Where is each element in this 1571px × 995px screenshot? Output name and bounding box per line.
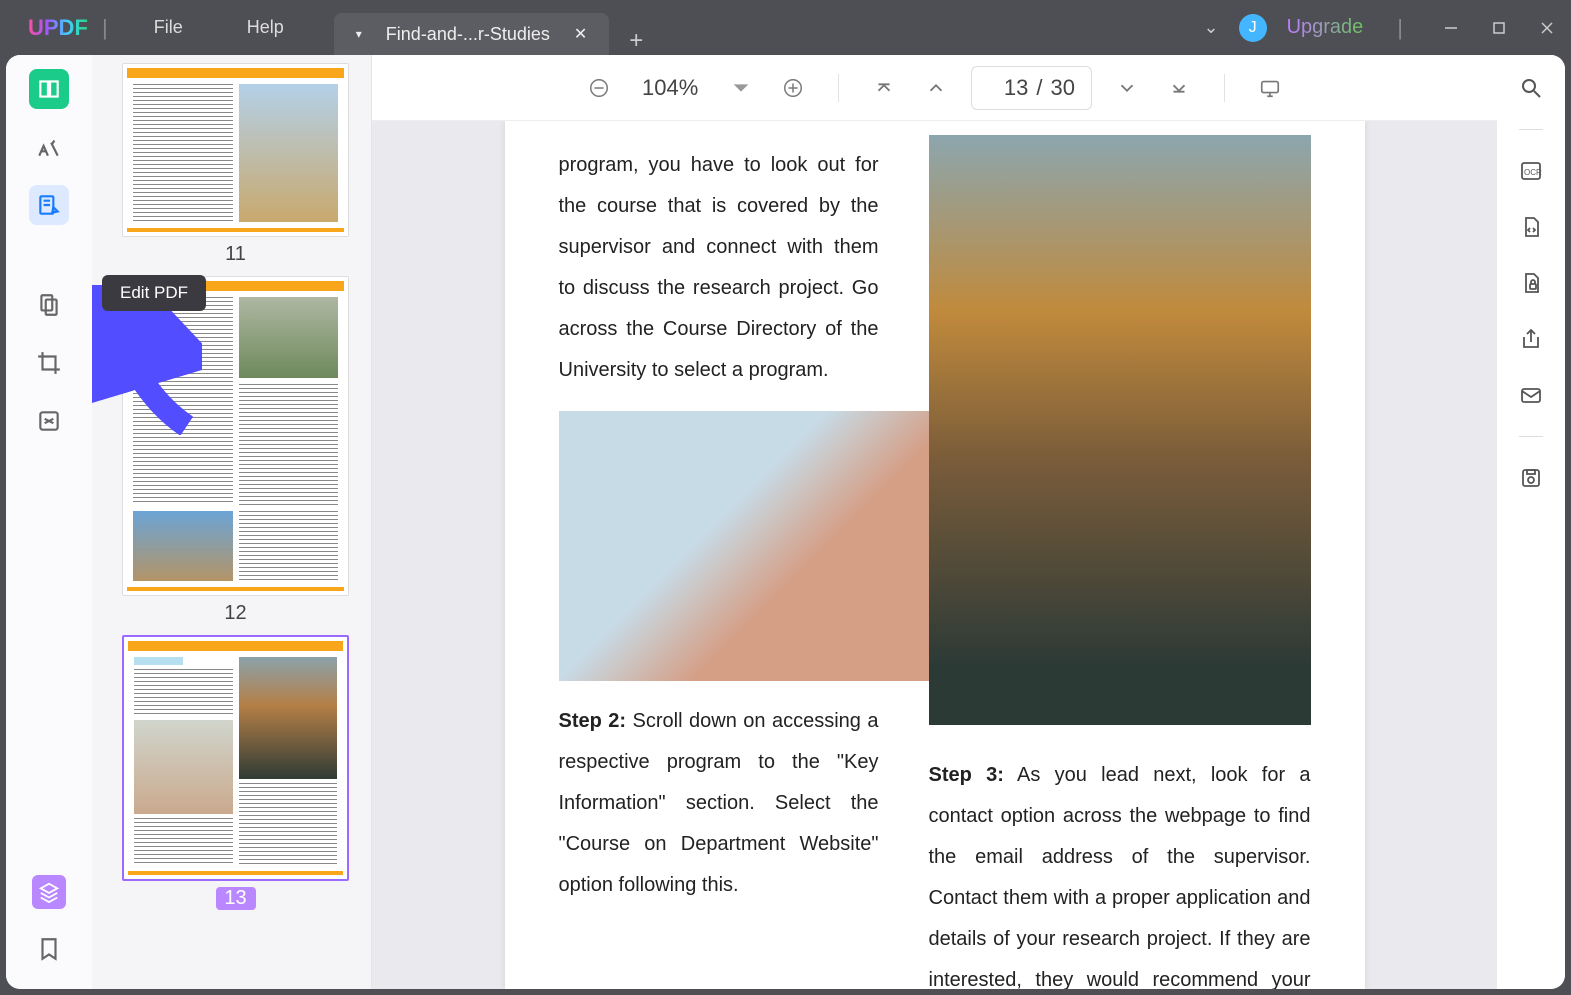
save-icon[interactable] [1516, 463, 1546, 493]
document-viewer: 104% / 30 Step 3: As you lead next, look… [372, 55, 1497, 989]
thumb-label: 13 [216, 887, 256, 910]
upgrade-button[interactable]: Upgrade [1287, 16, 1364, 39]
email-icon[interactable] [1516, 380, 1546, 410]
step2-paragraph: Step 2: Scroll down on accessing a respe… [559, 701, 939, 906]
figure-students [559, 411, 959, 681]
search-icon[interactable] [1516, 73, 1546, 103]
page-number-box[interactable]: / 30 [971, 66, 1092, 110]
thumbnail-13[interactable]: 13 [122, 635, 349, 910]
thumbnail-panel[interactable]: 11 12 [92, 55, 372, 989]
close-button[interactable] [1533, 19, 1561, 37]
tab-dropdown-icon[interactable]: ▾ [356, 27, 362, 41]
thumb-label: 12 [122, 602, 349, 625]
organize-pages-tool[interactable] [29, 285, 69, 325]
next-page-button[interactable] [1110, 71, 1144, 105]
menu-file[interactable]: File [154, 17, 183, 38]
share-icon[interactable] [1516, 324, 1546, 354]
intro-paragraph: program, you have to look out for the co… [559, 145, 939, 391]
reader-tool[interactable] [29, 69, 69, 109]
protect-icon[interactable] [1516, 268, 1546, 298]
viewer-body[interactable]: Step 3: As you lead next, look for a con… [372, 121, 1497, 989]
thumbnail-11[interactable]: 11 [122, 63, 349, 266]
tab-title: Find-and-...r-Studies [386, 24, 550, 45]
tab-close-icon[interactable]: ✕ [574, 24, 587, 44]
app-logo: UPDF [28, 15, 88, 41]
redact-tool[interactable] [29, 401, 69, 441]
viewer-toolbar: 104% / 30 [372, 55, 1497, 121]
prev-page-button[interactable] [919, 71, 953, 105]
crop-tool[interactable] [29, 343, 69, 383]
ocr-icon[interactable]: OCR [1516, 156, 1546, 186]
document-page: Step 3: As you lead next, look for a con… [505, 121, 1365, 989]
separator: | [1397, 15, 1403, 41]
zoom-out-button[interactable] [582, 71, 616, 105]
edit-pdf-tooltip: Edit PDF [102, 275, 206, 311]
convert-icon[interactable] [1516, 212, 1546, 242]
left-tool-rail [6, 55, 92, 989]
first-page-button[interactable] [867, 71, 901, 105]
zoom-level: 104% [634, 75, 706, 101]
document-tab[interactable]: ▾ Find-and-...r-Studies ✕ [334, 13, 610, 55]
step3-paragraph: Step 3: As you lead next, look for a con… [929, 755, 1311, 989]
maximize-button[interactable] [1485, 19, 1513, 37]
right-tool-rail: OCR [1497, 55, 1565, 989]
zoom-dropdown-icon[interactable] [724, 71, 758, 105]
presentation-button[interactable] [1253, 71, 1287, 105]
title-bar: UPDF | File Help ▾ Find-and-...r-Studies… [0, 0, 1571, 55]
user-avatar[interactable]: J [1239, 14, 1267, 42]
separator: | [102, 15, 108, 41]
figure-bridge [929, 135, 1311, 725]
zoom-in-button[interactable] [776, 71, 810, 105]
edit-pdf-tool[interactable] [29, 185, 69, 225]
window-list-icon[interactable]: ⌄ [1203, 17, 1218, 38]
new-tab-button[interactable]: + [629, 27, 643, 55]
thumbnail-12[interactable]: 12 [122, 276, 349, 625]
minimize-button[interactable] [1437, 19, 1465, 37]
bookmarks-tool[interactable] [29, 929, 69, 969]
page-total: 30 [1050, 75, 1088, 101]
thumb-label: 11 [122, 243, 349, 266]
comment-tool[interactable] [29, 127, 69, 167]
title-bar-right: ⌄ J Upgrade | [1203, 14, 1561, 42]
page-current-input[interactable] [974, 75, 1028, 101]
svg-text:OCR: OCR [1524, 168, 1542, 177]
last-page-button[interactable] [1162, 71, 1196, 105]
batch-tool[interactable] [32, 875, 66, 909]
tab-strip: ▾ Find-and-...r-Studies ✕ + [334, 0, 644, 55]
workspace: Edit PDF 11 12 [6, 55, 1565, 989]
menu-help[interactable]: Help [247, 17, 284, 38]
